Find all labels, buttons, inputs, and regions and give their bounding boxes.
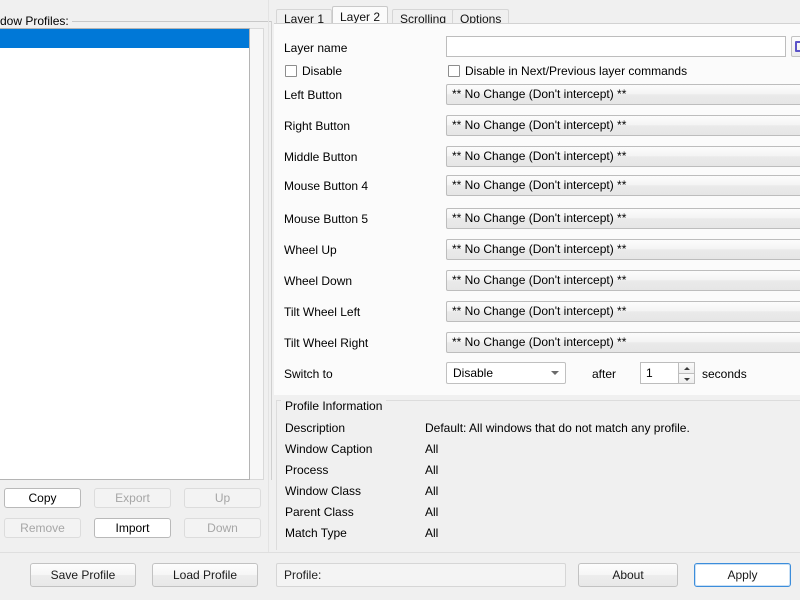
tilt-wheel-left-combo[interactable]: ** No Change (Don't intercept) ** bbox=[446, 301, 800, 322]
import-button[interactable]: Import bbox=[94, 518, 171, 538]
window-caption-label: Window Caption bbox=[285, 442, 373, 456]
export-button[interactable]: Export bbox=[94, 488, 171, 508]
switch-to-label: Switch to bbox=[284, 367, 333, 381]
load-profile-button[interactable]: Load Profile bbox=[152, 563, 258, 587]
after-seconds-input[interactable]: 1 bbox=[640, 362, 678, 384]
checkbox-icon[interactable] bbox=[285, 65, 297, 77]
profiles-list-scrollbar[interactable] bbox=[250, 28, 264, 480]
disable-checkbox[interactable]: Disable bbox=[285, 64, 342, 78]
match-type-label: Match Type bbox=[285, 526, 347, 540]
checkbox-icon[interactable] bbox=[448, 65, 460, 77]
layer-name-browse-button[interactable] bbox=[791, 36, 800, 57]
mouse-button-5-combo[interactable]: ** No Change (Don't intercept) ** bbox=[446, 208, 800, 229]
list-item[interactable] bbox=[0, 48, 249, 67]
parent-class-label: Parent Class bbox=[285, 505, 354, 519]
window-class-value: All bbox=[425, 484, 439, 498]
seconds-label: seconds bbox=[702, 367, 747, 381]
copy-button[interactable]: Copy bbox=[4, 488, 81, 508]
description-value: Default: All windows that do not match a… bbox=[425, 421, 690, 435]
layer-name-label: Layer name bbox=[284, 41, 348, 55]
parent-class-value: All bbox=[425, 505, 439, 519]
switch-to-select[interactable]: Disable bbox=[446, 362, 566, 384]
disable-nextprev-checkbox[interactable]: Disable in Next/Previous layer commands bbox=[448, 64, 687, 78]
layer-name-input[interactable] bbox=[446, 36, 786, 57]
mouse-button-4-combo[interactable]: ** No Change (Don't intercept) ** bbox=[446, 175, 800, 196]
match-type-value: All bbox=[425, 526, 439, 540]
window-profiles-panel: dow Profiles: Copy Export Up Remove Impo… bbox=[0, 0, 274, 552]
window-class-label: Window Class bbox=[285, 484, 362, 498]
list-item[interactable] bbox=[0, 29, 249, 48]
chevron-down-icon bbox=[551, 371, 559, 375]
wheel-up-combo[interactable]: ** No Change (Don't intercept) ** bbox=[446, 239, 800, 260]
pane-divider bbox=[268, 0, 269, 552]
disable-nextprev-checkbox-label: Disable in Next/Previous layer commands bbox=[465, 64, 688, 78]
browse-icon bbox=[795, 41, 800, 52]
right-button-combo[interactable]: ** No Change (Don't intercept) ** bbox=[446, 115, 800, 136]
wheel-up-label: Wheel Up bbox=[284, 243, 337, 257]
switch-to-select-value: Disable bbox=[453, 366, 494, 380]
remove-button[interactable]: Remove bbox=[4, 518, 81, 538]
tilt-wheel-right-combo[interactable]: ** No Change (Don't intercept) ** bbox=[446, 332, 800, 353]
tilt-wheel-left-label: Tilt Wheel Left bbox=[284, 305, 361, 319]
move-down-button[interactable]: Down bbox=[184, 518, 261, 538]
stepper-down-icon[interactable] bbox=[678, 373, 695, 384]
stepper-up-icon[interactable] bbox=[678, 362, 695, 373]
mouse-button-5-label: Mouse Button 5 bbox=[284, 212, 369, 226]
wheel-down-combo[interactable]: ** No Change (Don't intercept) ** bbox=[446, 270, 800, 291]
left-button-label: Left Button bbox=[284, 88, 343, 102]
disable-checkbox-label: Disable bbox=[302, 64, 343, 78]
wheel-down-label: Wheel Down bbox=[284, 274, 353, 288]
profile-information-label: Profile Information bbox=[281, 399, 387, 413]
right-button-label: Right Button bbox=[284, 119, 351, 133]
about-button[interactable]: About bbox=[578, 563, 678, 587]
window-caption-value: All bbox=[425, 442, 439, 456]
app-window: dow Profiles: Copy Export Up Remove Impo… bbox=[0, 0, 800, 600]
left-button-combo[interactable]: ** No Change (Don't intercept) ** bbox=[446, 84, 800, 105]
move-up-button[interactable]: Up bbox=[184, 488, 261, 508]
middle-button-combo[interactable]: ** No Change (Don't intercept) ** bbox=[446, 146, 800, 167]
middle-button-label: Middle Button bbox=[284, 150, 358, 164]
apply-button[interactable]: Apply bbox=[694, 563, 791, 587]
profiles-listbox[interactable] bbox=[0, 28, 250, 480]
stepper-buttons[interactable] bbox=[678, 362, 695, 384]
profile-status-field: Profile: bbox=[276, 563, 566, 587]
tilt-wheel-right-label: Tilt Wheel Right bbox=[284, 336, 369, 350]
group-divider-line bbox=[72, 21, 272, 22]
process-value: All bbox=[425, 463, 439, 477]
window-profiles-group-label: dow Profiles: bbox=[0, 14, 72, 28]
description-label: Description bbox=[285, 421, 346, 435]
after-label: after bbox=[592, 367, 617, 381]
save-profile-button[interactable]: Save Profile bbox=[30, 563, 136, 587]
mouse-button-4-label: Mouse Button 4 bbox=[284, 179, 369, 193]
process-label: Process bbox=[285, 463, 329, 477]
after-seconds-stepper[interactable]: 1 bbox=[640, 362, 695, 384]
